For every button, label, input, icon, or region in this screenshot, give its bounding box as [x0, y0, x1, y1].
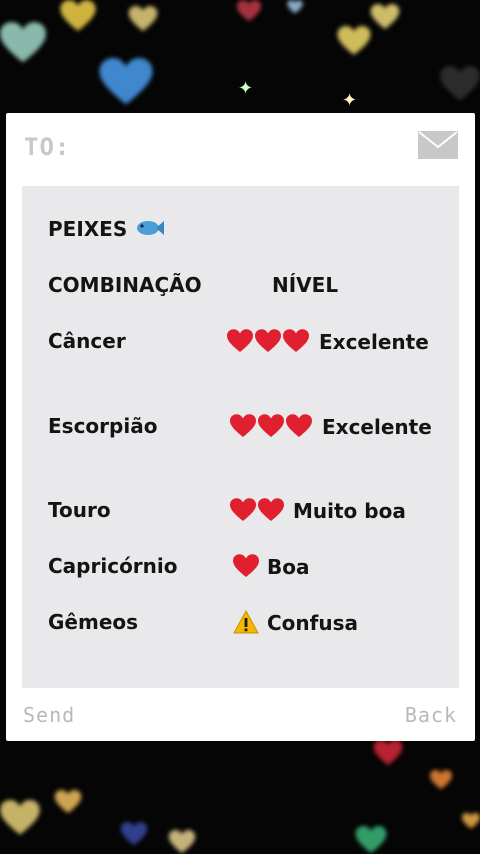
rating-hearts [230, 498, 284, 522]
heart-icon [255, 329, 281, 352]
bg-heart-icon [58, 0, 98, 32]
level-label: Excelente [322, 415, 432, 439]
sign-title: PEIXES [48, 217, 128, 241]
column-header-combination: COMBINAÇÃO [48, 273, 202, 297]
bg-heart-icon [0, 22, 46, 64]
bg-heart-icon [366, 740, 410, 766]
bg-heart-icon [430, 770, 452, 790]
rating-hearts [230, 414, 312, 438]
letter-card: TO: PEIXES COMBINAÇÃO NÍVEL Câncer Excel… [6, 113, 475, 741]
sign-label: Câncer [48, 329, 126, 353]
fish-icon [136, 218, 164, 238]
heart-icon [283, 329, 309, 352]
sign-label: Gêmeos [48, 610, 139, 634]
bg-heart-icon [98, 58, 154, 106]
sign-label: Touro [48, 498, 111, 522]
bg-heart-icon [336, 26, 372, 56]
column-header-level: NÍVEL [272, 273, 339, 297]
sparkle-icon: ✦ [238, 78, 254, 99]
rating-hearts [233, 554, 259, 578]
heart-icon [258, 498, 284, 521]
bg-heart-icon [54, 790, 82, 814]
bg-heart-icon [370, 4, 400, 30]
heart-icon [258, 414, 284, 437]
bg-heart-icon [0, 800, 40, 836]
bg-heart-icon [120, 822, 148, 846]
back-button[interactable]: Back [405, 703, 457, 727]
envelope-icon[interactable] [418, 131, 458, 159]
heart-icon [286, 414, 312, 437]
warning-icon [233, 610, 259, 634]
bg-heart-icon [280, 0, 310, 14]
heart-icon [230, 498, 256, 521]
level-label: Excelente [319, 330, 429, 354]
card-header: TO: [6, 113, 475, 183]
to-label: TO: [24, 133, 71, 161]
content-panel: PEIXES COMBINAÇÃO NÍVEL Câncer Excelente… [22, 186, 459, 688]
heart-icon [233, 554, 259, 577]
heart-icon [227, 329, 253, 352]
send-button[interactable]: Send [23, 703, 75, 727]
sign-label: Escorpião [48, 414, 158, 438]
bg-heart-icon [462, 806, 480, 836]
heart-icon [230, 414, 256, 437]
level-label: Confusa [267, 611, 358, 635]
sparkle-icon: ✦ [342, 90, 358, 111]
bg-heart-icon [354, 826, 388, 854]
bg-heart-icon [168, 830, 196, 854]
level-label: Boa [267, 555, 310, 579]
rating-hearts [227, 329, 309, 353]
bg-heart-icon [128, 6, 158, 32]
sign-label: Capricórnio [48, 554, 178, 578]
bg-heart-icon [236, 0, 262, 22]
level-label: Muito boa [293, 499, 406, 523]
bg-heart-icon [440, 66, 480, 102]
